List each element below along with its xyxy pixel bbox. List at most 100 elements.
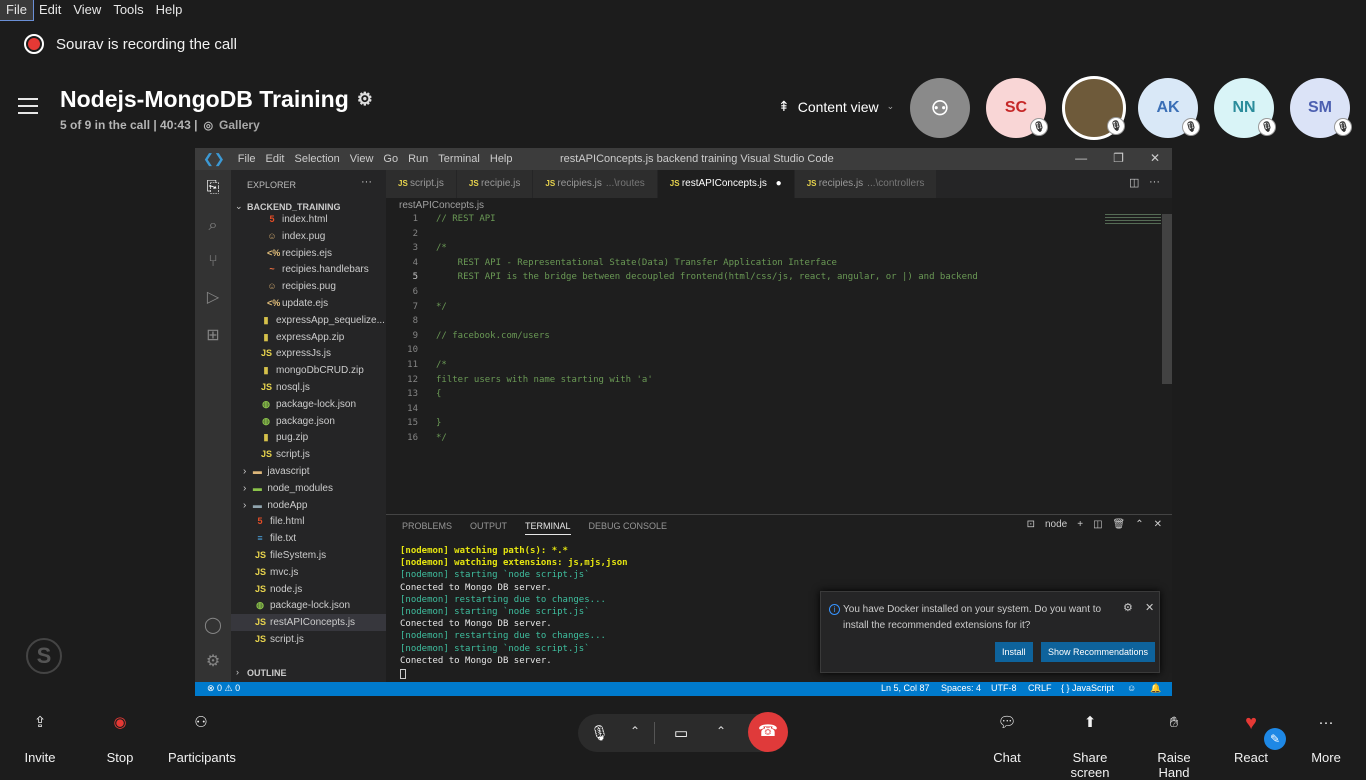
share-screen-button[interactable]: ⬆ Share screen <box>1054 712 1126 780</box>
close-icon[interactable]: ✕ <box>1154 519 1162 530</box>
explorer-file[interactable]: <% update.ejs <box>231 295 386 312</box>
notifications-bell-icon[interactable]: 🔔 <box>1150 683 1161 694</box>
participant-avatar[interactable]: SM 🎙︎ <box>1290 78 1352 138</box>
panel-tab-terminal[interactable]: TERMINAL <box>525 521 571 535</box>
close-icon[interactable]: ✕ <box>1150 151 1160 165</box>
account-icon[interactable]: ◯ <box>203 616 223 636</box>
menu-view[interactable]: View <box>67 0 107 20</box>
breadcrumb[interactable]: restAPIConcepts.js <box>399 200 484 211</box>
editor-tab[interactable]: JS script.js <box>386 170 457 198</box>
explorer-folder[interactable]: › ▬ node_modules <box>231 480 386 497</box>
hamburger-menu-icon[interactable] <box>18 98 38 116</box>
mic-muted-icon[interactable]: 🎙︎ <box>590 724 609 742</box>
manage-gear-icon[interactable]: ⚙ <box>203 652 223 672</box>
gallery-view-button[interactable]: Gallery <box>219 118 260 132</box>
code-line[interactable]: */ <box>436 302 447 312</box>
explorer-file[interactable]: JS nosql.js <box>231 379 386 396</box>
source-control-icon[interactable]: ⑂ <box>203 252 223 272</box>
vscode-menu-view[interactable]: View <box>345 153 379 165</box>
menu-file[interactable]: File <box>0 0 34 21</box>
editor-tab[interactable]: JS restAPIConcepts.js ● <box>657 170 795 198</box>
chat-button[interactable]: 💬︎ Chat <box>992 712 1022 765</box>
explorer-file[interactable]: JS mvc.js <box>231 564 386 581</box>
panel-tab-output[interactable]: OUTPUT <box>470 521 507 535</box>
stop-recording-button[interactable]: ◉ Stop <box>104 712 136 765</box>
extensions-icon[interactable]: ⊞ <box>203 326 223 346</box>
participant-avatar[interactable]: SC 🎙︎ <box>986 78 1048 138</box>
more-actions-icon[interactable]: ··· <box>361 176 372 188</box>
split-editor-icon[interactable]: ◫ <box>1129 176 1139 189</box>
explorer-file[interactable]: ◍ package-lock.json <box>231 597 386 614</box>
code-line[interactable]: // facebook.com/users <box>436 331 550 341</box>
menu-edit[interactable]: Edit <box>33 0 67 20</box>
explorer-file[interactable]: JS expressJs.js <box>231 345 386 362</box>
explorer-file[interactable]: <% recipies.ejs <box>231 245 386 262</box>
vscode-menu-selection[interactable]: Selection <box>290 153 345 165</box>
editor-tab[interactable]: JS recipies.js ...\controllers <box>794 170 938 198</box>
problems-indicator[interactable]: ⊗ 0 ⚠ 0 <box>207 683 240 694</box>
code-line[interactable]: { <box>436 389 441 399</box>
invite-button[interactable]: ⇪ Invite <box>24 712 56 765</box>
encoding[interactable]: UTF-8 <box>991 683 1017 693</box>
participant-avatar[interactable]: NN 🎙︎ <box>1214 78 1276 138</box>
language-mode[interactable]: { } JavaScript <box>1061 683 1114 693</box>
video-options-chevron-icon[interactable]: ⌃ <box>716 724 726 738</box>
code-line[interactable]: } <box>436 418 441 428</box>
more-actions-icon[interactable]: ··· <box>1149 176 1160 188</box>
explorer-file[interactable]: 5 index.html <box>231 211 386 228</box>
notification-close-icon[interactable]: ✕ <box>1145 601 1154 614</box>
editor-scrollbar[interactable] <box>1162 214 1172 384</box>
edit-pencil-icon[interactable]: ✎ <box>1264 728 1286 750</box>
notification-gear-icon[interactable]: ⚙ <box>1123 601 1133 614</box>
show-recommendations-button[interactable]: Show Recommendations <box>1041 642 1156 662</box>
code-line[interactable]: REST API - Representational State(Data) … <box>436 258 837 268</box>
explorer-file[interactable]: ▮ expressApp_sequelize... <box>231 312 386 329</box>
explorer-folder[interactable]: › ▬ javascript <box>231 463 386 480</box>
vscode-menu-edit[interactable]: Edit <box>261 153 290 165</box>
panel-tab-debug-console[interactable]: DEBUG CONSOLE <box>589 521 668 535</box>
indentation[interactable]: Spaces: 4 <box>941 683 981 693</box>
vscode-menu-file[interactable]: File <box>233 153 261 165</box>
code-line[interactable]: /* <box>436 360 447 370</box>
minimap[interactable] <box>1105 214 1161 228</box>
install-button[interactable]: Install <box>995 642 1033 662</box>
explorer-file[interactable]: ☺ index.pug <box>231 228 386 245</box>
code-line[interactable]: filter users with name starting with 'a' <box>436 375 653 385</box>
video-off-icon[interactable]: ▭ <box>674 724 688 742</box>
code-line[interactable]: // REST API <box>436 214 496 224</box>
explorer-file[interactable]: JS script.js <box>231 446 386 463</box>
explorer-file[interactable]: ◍ package.json <box>231 413 386 430</box>
editor-tab[interactable]: JS recipie.js <box>456 170 534 198</box>
explorer-folder[interactable]: › ▬ nodeApp <box>231 497 386 514</box>
terminal-output[interactable]: [nodemon] watching path(s): *.* [nodemon]… <box>400 545 628 667</box>
explorer-file[interactable]: ~ recipies.handlebars <box>231 261 386 278</box>
code-line[interactable]: */ <box>436 433 447 443</box>
code-line[interactable]: REST API is the bridge between decoupled… <box>436 272 978 282</box>
participants-button[interactable]: ⚇ Participants <box>168 712 236 765</box>
minimize-icon[interactable]: — <box>1075 151 1087 165</box>
more-button[interactable]: ··· More <box>1310 712 1342 765</box>
react-button[interactable]: ♥ React <box>1234 712 1268 765</box>
explorer-file[interactable]: ≡ file.txt <box>231 530 386 547</box>
explorer-file[interactable]: ☺ recipies.pug <box>231 278 386 295</box>
explorer-file[interactable]: ◍ package-lock.json <box>231 396 386 413</box>
explorer-file[interactable]: JS node.js <box>231 581 386 598</box>
end-call-button[interactable]: ☎ <box>748 712 788 752</box>
vscode-menu-terminal[interactable]: Terminal <box>433 153 485 165</box>
trash-icon[interactable]: 🗑 <box>1113 519 1126 530</box>
new-terminal-icon[interactable]: + <box>1077 519 1083 530</box>
explorer-file[interactable]: JS fileSystem.js <box>231 547 386 564</box>
terminal-shell-name[interactable]: node <box>1045 519 1067 530</box>
explorer-file[interactable]: ▮ expressApp.zip <box>231 329 386 346</box>
explorer-file[interactable]: JS script.js <box>231 631 386 648</box>
feedback-icon[interactable]: ☺ <box>1127 683 1136 693</box>
explorer-file[interactable]: JS restAPIConcepts.js <box>231 614 386 632</box>
menu-tools[interactable]: Tools <box>107 0 149 20</box>
run-debug-icon[interactable]: ▷ <box>203 288 223 308</box>
participant-avatar[interactable]: 🎙︎ <box>1062 76 1126 140</box>
outline-heading[interactable]: OUTLINE <box>247 668 287 678</box>
code-editor[interactable]: 1 // REST API 2 3 /* 4 REST API - Representat… <box>386 214 1172 514</box>
search-icon[interactable]: ⌕ <box>203 216 223 236</box>
explorer-file[interactable]: 5 file.html <box>231 513 386 530</box>
explorer-file[interactable]: ▮ pug.zip <box>231 429 386 446</box>
